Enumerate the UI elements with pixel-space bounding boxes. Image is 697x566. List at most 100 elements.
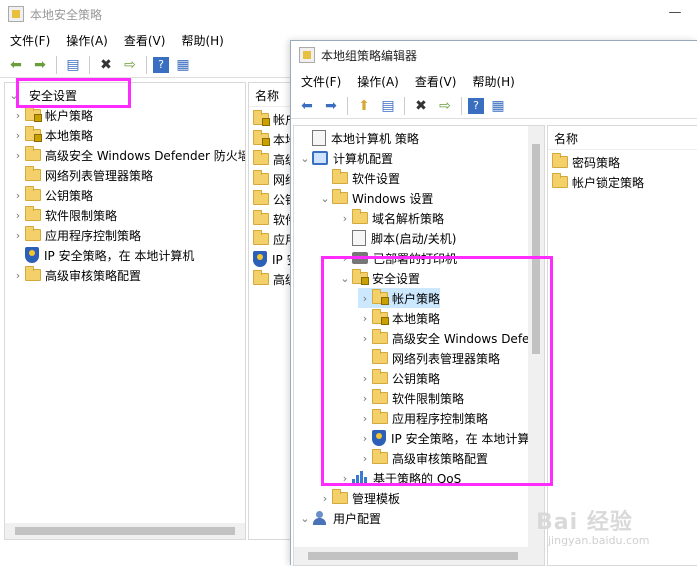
scroll-thumb[interactable] (15, 527, 235, 535)
expand-chevron-icon[interactable]: › (358, 312, 372, 325)
expand-chevron-icon[interactable]: › (11, 109, 25, 122)
menu-view[interactable]: 查看(V) (124, 32, 166, 49)
list-item-password-policy[interactable]: 密码策略 (552, 152, 620, 172)
expand-chevron-icon[interactable]: › (358, 372, 372, 385)
properties-icon[interactable]: ▦ (173, 55, 193, 75)
back-tree-hscrollbar[interactable] (5, 523, 245, 539)
back-tree-item[interactable]: 网络列表管理器策略 (11, 165, 153, 185)
delete-icon[interactable]: ✖ (96, 55, 116, 75)
menu-file[interactable]: 文件(F) (301, 73, 341, 90)
show-hide-tree-icon[interactable]: ▤ (378, 96, 398, 116)
minimize-icon[interactable]: — (668, 6, 682, 20)
export-list-icon[interactable]: ⇨ (435, 96, 455, 116)
tree-item-qos[interactable]: › 基于策略的 QoS (338, 468, 461, 488)
tree-item-dns-policy[interactable]: › 域名解析策略 (338, 208, 444, 228)
expand-chevron-icon[interactable]: › (338, 212, 352, 225)
tree-item-computer-config[interactable]: ⌄ 计算机配置 (298, 148, 393, 168)
expand-chevron-icon[interactable]: › (11, 209, 25, 222)
back-arrow-icon[interactable]: ⬅ (6, 55, 26, 75)
help-icon[interactable]: ? (153, 56, 169, 73)
back-list-item[interactable]: 本地 (253, 129, 293, 149)
tree-item-security-child[interactable]: › 应用程序控制策略 (358, 408, 488, 428)
expand-chevron-icon[interactable]: › (358, 432, 372, 445)
script-icon (352, 230, 366, 246)
collapse-chevron-icon[interactable]: ⌄ (338, 272, 352, 285)
expand-chevron-icon[interactable]: › (338, 252, 352, 265)
up-folder-icon[interactable]: ⬆ (354, 96, 374, 116)
back-list-item[interactable]: 应用 (253, 229, 293, 249)
back-list-item[interactable]: 高级 (253, 149, 293, 169)
back-list-item[interactable]: 公钥 (253, 189, 293, 209)
expand-chevron-icon[interactable]: › (11, 129, 25, 142)
list-column-header[interactable]: 名称 (249, 85, 293, 107)
menu-help[interactable]: 帮助(H) (472, 73, 514, 90)
front-tree-vscrollbar[interactable] (528, 126, 544, 547)
list-column-header[interactable]: 名称 (548, 128, 697, 150)
tree-item-security-child[interactable]: 网络列表管理器策略 (358, 348, 500, 368)
forward-arrow-icon[interactable]: ➡ (30, 55, 50, 75)
tree-item-admin-templates[interactable]: › 管理模板 (318, 488, 400, 508)
back-tree-item[interactable]: › 公钥策略 (11, 185, 93, 205)
tree-root-security-settings[interactable]: ⌄ 安全设置 (7, 85, 77, 105)
folder-lock-icon (25, 126, 42, 142)
list-item-account-lockout-policy[interactable]: 帐户锁定策略 (552, 172, 644, 192)
tree-item-security-child[interactable]: › 高级安全 Windows Defender 防火墙 (358, 328, 544, 348)
show-hide-tree-icon[interactable]: ▤ (63, 55, 83, 75)
back-list-item[interactable]: 帐户 (253, 109, 293, 129)
menu-action[interactable]: 操作(A) (66, 32, 108, 49)
expand-chevron-icon[interactable]: › (11, 269, 25, 282)
scroll-thumb[interactable] (308, 552, 518, 560)
collapse-chevron-icon[interactable]: ⌄ (298, 512, 312, 525)
export-list-icon[interactable]: ⇨ (120, 55, 140, 75)
expand-chevron-icon[interactable]: › (11, 229, 25, 242)
properties-icon[interactable]: ▦ (488, 96, 508, 116)
expand-chevron-icon[interactable]: › (11, 149, 25, 162)
back-tree-item[interactable]: › 本地策略 (11, 125, 93, 145)
back-tree-item[interactable]: › 软件限制策略 (11, 205, 117, 225)
back-list-item[interactable]: 软件 (253, 209, 293, 229)
expand-chevron-icon[interactable]: › (318, 492, 332, 505)
tree-item-security-child[interactable]: › 软件限制策略 (358, 388, 464, 408)
tree-item-security-child[interactable]: › IP 安全策略，在 本地计算机 (358, 428, 541, 448)
folder-icon (352, 209, 368, 224)
expand-chevron-icon[interactable]: › (338, 472, 352, 485)
collapse-chevron-icon[interactable]: ⌄ (298, 152, 312, 165)
menu-file[interactable]: 文件(F) (10, 32, 50, 49)
back-arrow-icon[interactable]: ⬅ (297, 96, 317, 116)
menu-view[interactable]: 查看(V) (415, 73, 457, 90)
tree-item-security-child[interactable]: › 公钥策略 (358, 368, 440, 388)
menu-help[interactable]: 帮助(H) (181, 32, 223, 49)
tree-item-windows-settings[interactable]: ⌄ Windows 设置 (318, 188, 433, 208)
expand-chevron-icon[interactable]: › (358, 392, 372, 405)
tree-item-security-child[interactable]: › 高级审核策略配置 (358, 448, 488, 468)
tree-item-software-settings[interactable]: 软件设置 (318, 168, 400, 188)
expand-chevron-icon[interactable]: › (358, 452, 372, 465)
help-icon[interactable]: ? (468, 97, 484, 114)
tree-item-user-config[interactable]: ⌄ 用户配置 (298, 508, 381, 528)
back-list-item[interactable]: 高级 (253, 269, 293, 289)
collapse-chevron-icon[interactable]: ⌄ (318, 192, 332, 205)
tree-item-printers[interactable]: › 已部署的打印机 (338, 248, 457, 268)
scroll-thumb[interactable] (532, 144, 540, 354)
back-tree-item[interactable]: › 高级审核策略配置 (11, 265, 141, 285)
back-list-item[interactable]: 网络 (253, 169, 293, 189)
menu-action[interactable]: 操作(A) (357, 73, 399, 90)
forward-arrow-icon[interactable]: ➡ (321, 96, 341, 116)
back-tree-item[interactable]: › 帐户策略 (11, 105, 93, 125)
back-tree-item[interactable]: › 应用程序控制策略 (11, 225, 141, 245)
tree-item-security-child[interactable]: › 本地策略 (358, 308, 440, 328)
tree-root-local-computer-policy[interactable]: 本地计算机 策略 (298, 128, 419, 148)
front-tree-hscrollbar[interactable] (294, 547, 544, 565)
expand-chevron-icon[interactable]: › (358, 412, 372, 425)
back-list-item[interactable]: IP 安 (253, 249, 293, 269)
collapse-chevron-icon[interactable]: ⌄ (7, 89, 21, 102)
expand-chevron-icon[interactable]: › (358, 332, 372, 345)
expand-chevron-icon[interactable]: › (358, 292, 372, 305)
tree-item-security-settings[interactable]: ⌄ 安全设置 (338, 268, 420, 288)
expand-chevron-icon[interactable]: › (11, 189, 25, 202)
back-tree-item[interactable]: IP 安全策略，在 本地计算机 (11, 245, 194, 265)
delete-icon[interactable]: ✖ (411, 96, 431, 116)
tree-item-security-child[interactable]: › 帐户策略 (358, 288, 441, 308)
back-tree-item[interactable]: › 高级安全 Windows Defender 防火墙 (11, 145, 245, 165)
tree-item-scripts[interactable]: 脚本(启动/关机) (338, 228, 456, 248)
